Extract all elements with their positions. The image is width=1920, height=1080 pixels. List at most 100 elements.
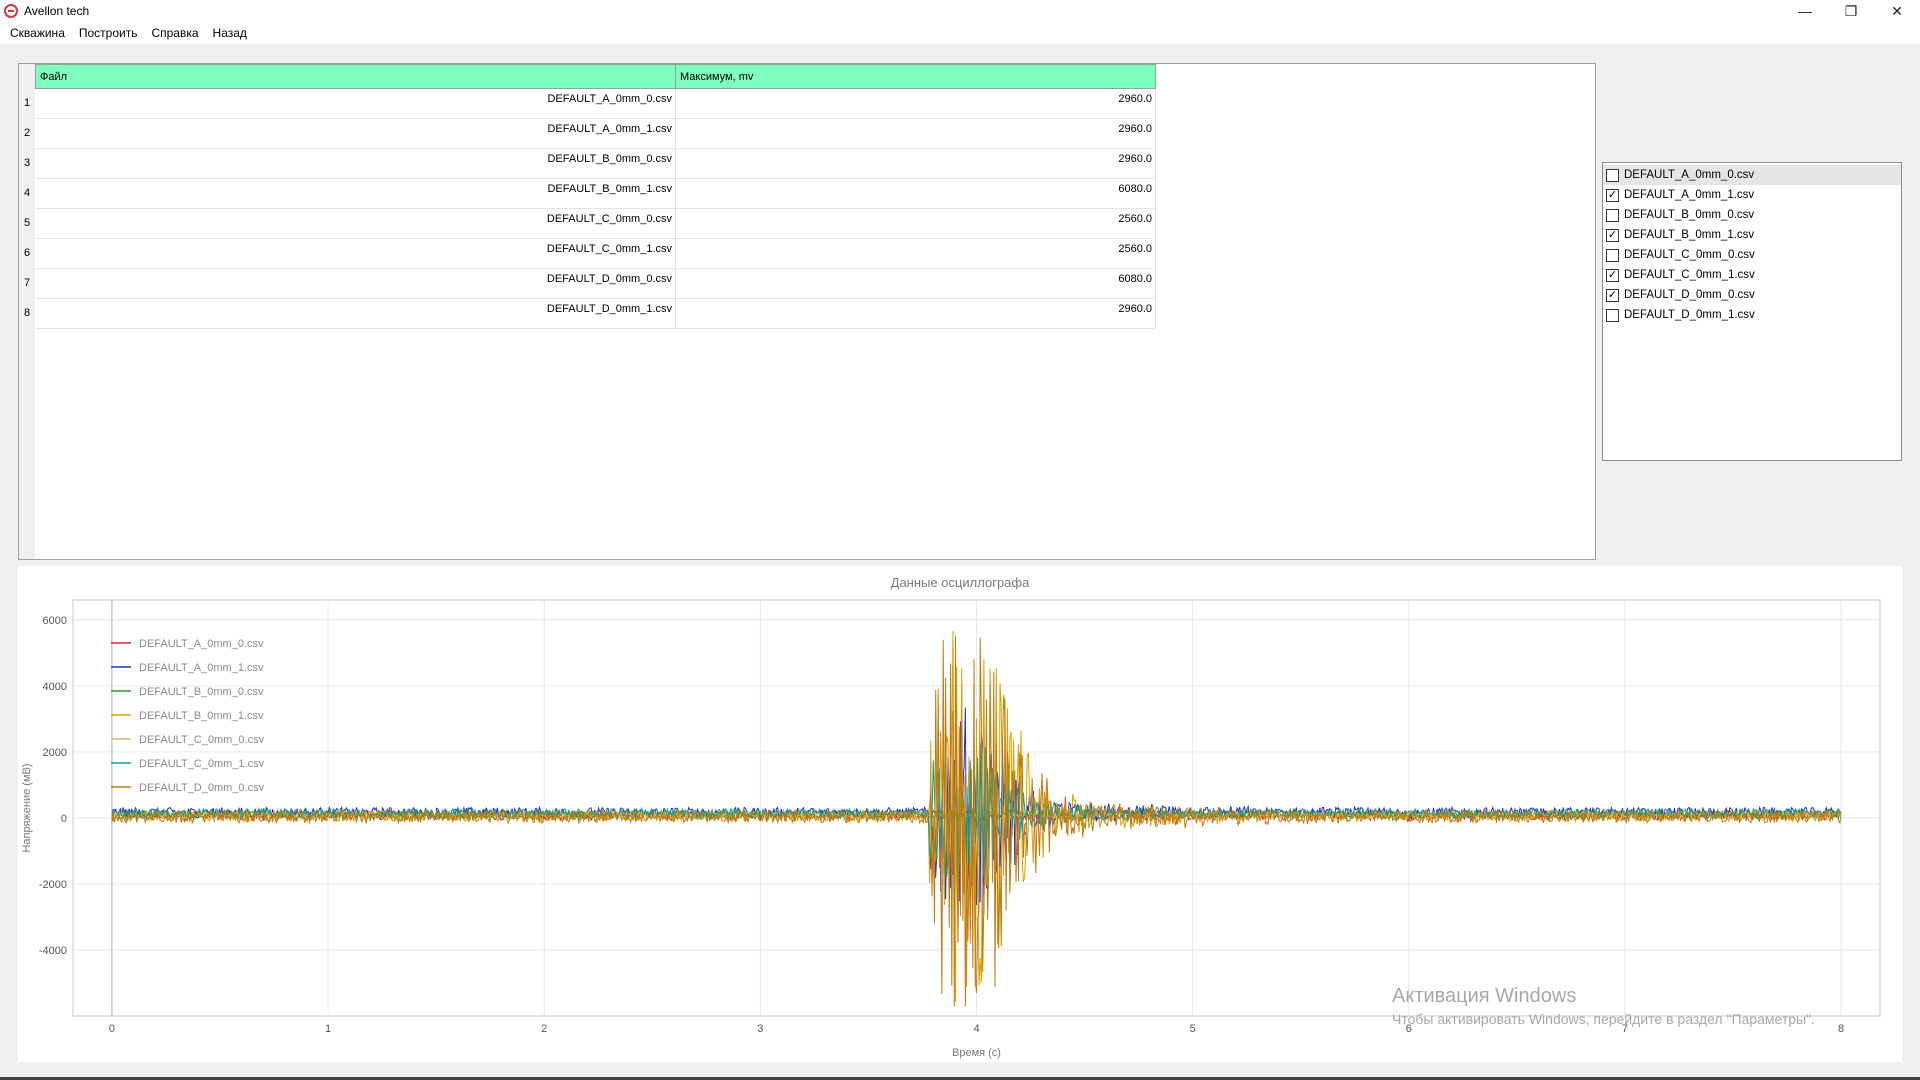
file-list-item-label: DEFAULT_D_0mm_0.csv [1624, 289, 1755, 301]
row-number[interactable]: 4 [19, 178, 35, 208]
window-controls: — ❐ ✕ [1782, 0, 1920, 22]
oscilloscope-chart: Данные осциллографа 0 1 2 3 4 5 6 7 8 6000 4000 2000… [18, 566, 1902, 1062]
cell-file[interactable]: DEFAULT_B_0mm_1.csv [35, 178, 676, 209]
close-button[interactable]: ✕ [1874, 0, 1920, 22]
activation-watermark-subtitle: Чтобы активировать Windows, перейдите в … [1392, 1011, 1815, 1027]
restore-button[interactable]: ❐ [1828, 0, 1874, 22]
checkbox-checked-icon[interactable]: ✓ [1606, 228, 1619, 242]
legend-entry: DEFAULT_C_0mm_0.csv [139, 734, 265, 746]
chart-canvas: Данные осциллографа0 1 2 3 4 5 6 7 8600040002000… [21, 575, 1881, 1059]
cell-maximum[interactable]: 2960.0 [675, 298, 1156, 329]
file-list-item-label: DEFAULT_C_0mm_0.csv [1624, 249, 1755, 261]
file-list-item-label: DEFAULT_B_0mm_0.csv [1624, 209, 1755, 221]
x-tick-label: 4 [973, 1023, 979, 1035]
legend-entry: DEFAULT_D_0mm_0.csv [139, 782, 265, 794]
row-header-column: 12345678 [19, 64, 35, 559]
x-tick-label: 1 [325, 1023, 331, 1035]
checkbox-checked-icon[interactable]: ✓ [1606, 268, 1619, 282]
menu-back[interactable]: Назад [206, 26, 254, 40]
x-axis-label: Время (с) [952, 1047, 1001, 1059]
file-list-item[interactable]: ✓ DEFAULT_D_0mm_0.csv [1603, 285, 1901, 305]
cell-maximum[interactable]: 6080.0 [675, 178, 1156, 209]
row-number[interactable]: 6 [19, 238, 35, 268]
file-list-item-label: DEFAULT_D_0mm_1.csv [1624, 309, 1755, 321]
table-row[interactable]: DEFAULT_C_0mm_0.csv 2560.0 [35, 208, 1156, 239]
menu-build[interactable]: Построить [72, 26, 145, 40]
checkbox-checked-icon[interactable]: ✓ [1606, 188, 1619, 202]
file-list-item[interactable]: DEFAULT_D_0mm_1.csv [1603, 305, 1901, 325]
table-row[interactable]: DEFAULT_D_0mm_1.csv 2960.0 [35, 298, 1156, 329]
y-tick-label: 2000 [43, 747, 67, 759]
row-number[interactable]: 5 [19, 208, 35, 238]
table-row[interactable]: DEFAULT_D_0mm_0.csv 6080.0 [35, 268, 1156, 299]
table-row[interactable]: DEFAULT_A_0mm_1.csv 2960.0 [35, 118, 1156, 149]
menu-bar: Скважина Построить Справка Назад [0, 22, 1920, 44]
y-tick-label: 0 [61, 813, 67, 825]
results-table-panel[interactable]: 12345678 Файл Максимум, mv DEFAULT_A_0mm… [18, 63, 1596, 560]
row-number[interactable]: 1 [19, 88, 35, 118]
legend-entry: DEFAULT_B_0mm_1.csv [139, 710, 264, 722]
x-tick-label: 5 [1190, 1023, 1196, 1035]
checkbox-unchecked-icon[interactable] [1606, 208, 1619, 222]
results-table: Файл Максимум, mv DEFAULT_A_0mm_0.csv 296… [35, 64, 1156, 329]
menu-well[interactable]: Скважина [3, 26, 72, 40]
row-number[interactable]: 7 [19, 268, 35, 298]
legend-entry: DEFAULT_B_0mm_0.csv [139, 686, 264, 698]
cell-file[interactable]: DEFAULT_D_0mm_1.csv [35, 298, 676, 329]
y-tick-label: 6000 [43, 615, 67, 627]
window-title: Avellon tech [24, 4, 90, 18]
x-tick-label: 0 [109, 1023, 115, 1035]
file-list-item[interactable]: DEFAULT_B_0mm_0.csv [1603, 205, 1901, 225]
column-header-maximum[interactable]: Максимум, mv [675, 64, 1156, 89]
cell-maximum[interactable]: 6080.0 [675, 268, 1156, 299]
file-list-item[interactable]: DEFAULT_A_0mm_0.csv [1603, 165, 1901, 185]
checkbox-unchecked-icon[interactable] [1606, 308, 1619, 322]
file-list-item-label: DEFAULT_C_0mm_1.csv [1624, 269, 1755, 281]
file-list-item[interactable]: ✓ DEFAULT_A_0mm_1.csv [1603, 185, 1901, 205]
cell-file[interactable]: DEFAULT_C_0mm_1.csv [35, 238, 676, 269]
y-axis-label: Напряжение (мВ) [21, 763, 33, 852]
x-tick-label: 8 [1838, 1023, 1844, 1035]
y-tick-label: 4000 [43, 681, 67, 693]
legend-entry: DEFAULT_A_0mm_1.csv [139, 662, 264, 674]
checkbox-unchecked-icon[interactable] [1606, 248, 1619, 262]
row-number[interactable]: 2 [19, 118, 35, 148]
file-list-item-label: DEFAULT_B_0mm_1.csv [1624, 229, 1755, 241]
file-list-item-label: DEFAULT_A_0mm_0.csv [1624, 169, 1755, 181]
title-bar: Avellon tech — ❐ ✕ [0, 0, 1920, 22]
activation-watermark-title: Активация Windows [1392, 985, 1577, 1007]
cell-maximum[interactable]: 2960.0 [675, 148, 1156, 179]
cell-maximum[interactable]: 2560.0 [675, 238, 1156, 269]
file-list-item[interactable]: ✓ DEFAULT_B_0mm_1.csv [1603, 225, 1901, 245]
table-row[interactable]: DEFAULT_B_0mm_0.csv 2960.0 [35, 148, 1156, 179]
cell-file[interactable]: DEFAULT_A_0mm_1.csv [35, 118, 676, 149]
cell-file[interactable]: DEFAULT_A_0mm_0.csv [35, 88, 676, 119]
chart-title: Данные осциллографа [891, 575, 1030, 590]
file-list-item-label: DEFAULT_A_0mm_1.csv [1624, 189, 1755, 201]
file-checklist[interactable]: DEFAULT_A_0mm_0.csv ✓ DEFAULT_A_0mm_1.csv D… [1602, 162, 1902, 461]
column-header-file[interactable]: Файл [35, 64, 676, 89]
menu-help[interactable]: Справка [144, 26, 205, 40]
row-number[interactable]: 3 [19, 148, 35, 178]
legend-entry: DEFAULT_C_0mm_1.csv [139, 758, 265, 770]
y-tick-label: -4000 [39, 945, 67, 957]
cell-maximum[interactable]: 2960.0 [675, 118, 1156, 149]
file-list-item[interactable]: ✓ DEFAULT_C_0mm_1.csv [1603, 265, 1901, 285]
table-row[interactable]: DEFAULT_B_0mm_1.csv 6080.0 [35, 178, 1156, 209]
checkbox-checked-icon[interactable]: ✓ [1606, 288, 1619, 302]
cell-maximum[interactable]: 2960.0 [675, 88, 1156, 119]
checkbox-unchecked-icon[interactable] [1606, 168, 1619, 182]
legend-entry: DEFAULT_A_0mm_0.csv [139, 638, 264, 650]
minimize-button[interactable]: — [1782, 0, 1828, 22]
app-logo-icon [4, 4, 18, 18]
x-tick-label: 3 [757, 1023, 763, 1035]
y-tick-label: -2000 [39, 879, 67, 891]
cell-maximum[interactable]: 2560.0 [675, 208, 1156, 239]
cell-file[interactable]: DEFAULT_C_0mm_0.csv [35, 208, 676, 239]
table-row[interactable]: DEFAULT_A_0mm_0.csv 2960.0 [35, 88, 1156, 119]
cell-file[interactable]: DEFAULT_B_0mm_0.csv [35, 148, 676, 179]
file-list-item[interactable]: DEFAULT_C_0mm_0.csv [1603, 245, 1901, 265]
cell-file[interactable]: DEFAULT_D_0mm_0.csv [35, 268, 676, 299]
table-row[interactable]: DEFAULT_C_0mm_1.csv 2560.0 [35, 238, 1156, 269]
row-number[interactable]: 8 [19, 298, 35, 328]
